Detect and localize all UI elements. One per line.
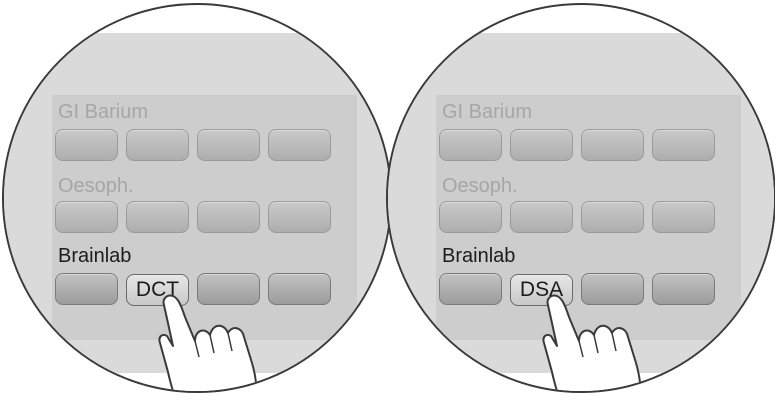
magnifier-left: GI Barium Oesoph. Brainlab DCT <box>2 3 392 393</box>
pointing-hand-icon <box>542 294 642 391</box>
pointing-hand-icon <box>158 294 258 391</box>
magnifier-right: GI Barium Oesoph. Brainlab DSA <box>386 3 775 393</box>
